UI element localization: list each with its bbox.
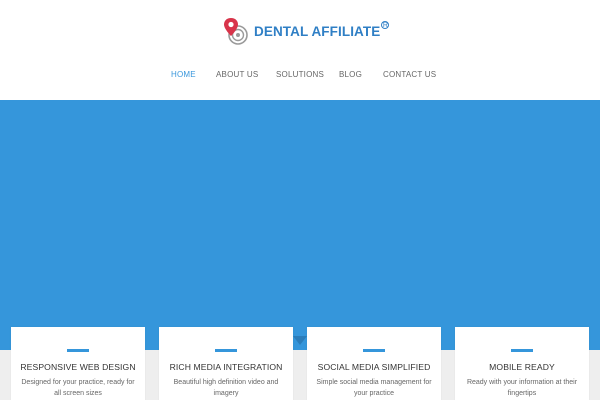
- logo[interactable]: DENTAL AFFILIATE R: [222, 16, 390, 46]
- feature-accent-bar: [67, 349, 89, 352]
- feature-title: SOCIAL MEDIA SIMPLIFIED: [317, 362, 431, 372]
- logo-text: DENTAL AFFILIATE: [254, 23, 381, 39]
- nav-item-about-us[interactable]: ABOUT US: [216, 70, 258, 79]
- main-nav: HOME ABOUT US SOLUTIONS BLOG CONTACT US: [0, 70, 600, 84]
- feature-description: Ready with your information at their fin…: [466, 379, 578, 397]
- nav-item-contact-us[interactable]: CONTACT US: [383, 70, 436, 79]
- site-header: DENTAL AFFILIATE R HOME ABOUT US SOLUTIO…: [0, 0, 600, 100]
- feature-accent-bar: [363, 349, 385, 352]
- feature-description: Beautiful high definition video and imag…: [173, 379, 279, 397]
- registered-mark: R: [381, 21, 390, 29]
- feature-description: Designed for your practice, ready for al…: [21, 379, 135, 397]
- feature-card-rich-media[interactable]: RICH MEDIA INTEGRATION Beautiful high de…: [159, 327, 293, 400]
- nav-item-solutions[interactable]: SOLUTIONS: [276, 70, 324, 79]
- feature-accent-bar: [215, 349, 237, 352]
- feature-card-responsive[interactable]: RESPONSIVE WEB DESIGN Designed for your …: [11, 327, 145, 400]
- feature-card-mobile-ready[interactable]: MOBILE READY Ready with your information…: [455, 327, 589, 400]
- location-pin-target-icon: [224, 18, 248, 45]
- feature-title: RICH MEDIA INTEGRATION: [169, 362, 283, 372]
- feature-accent-bar: [511, 349, 533, 352]
- feature-title: MOBILE READY: [489, 362, 555, 372]
- hero-arrow-indicator: [293, 336, 307, 345]
- nav-item-home[interactable]: HOME: [171, 70, 196, 79]
- feature-title: RESPONSIVE WEB DESIGN: [20, 362, 136, 372]
- nav-item-blog[interactable]: BLOG: [339, 70, 362, 79]
- feature-description: Simple social media management for your …: [316, 379, 432, 397]
- hero-banner: [0, 100, 600, 350]
- feature-card-social-media[interactable]: SOCIAL MEDIA SIMPLIFIED Simple social me…: [307, 327, 441, 400]
